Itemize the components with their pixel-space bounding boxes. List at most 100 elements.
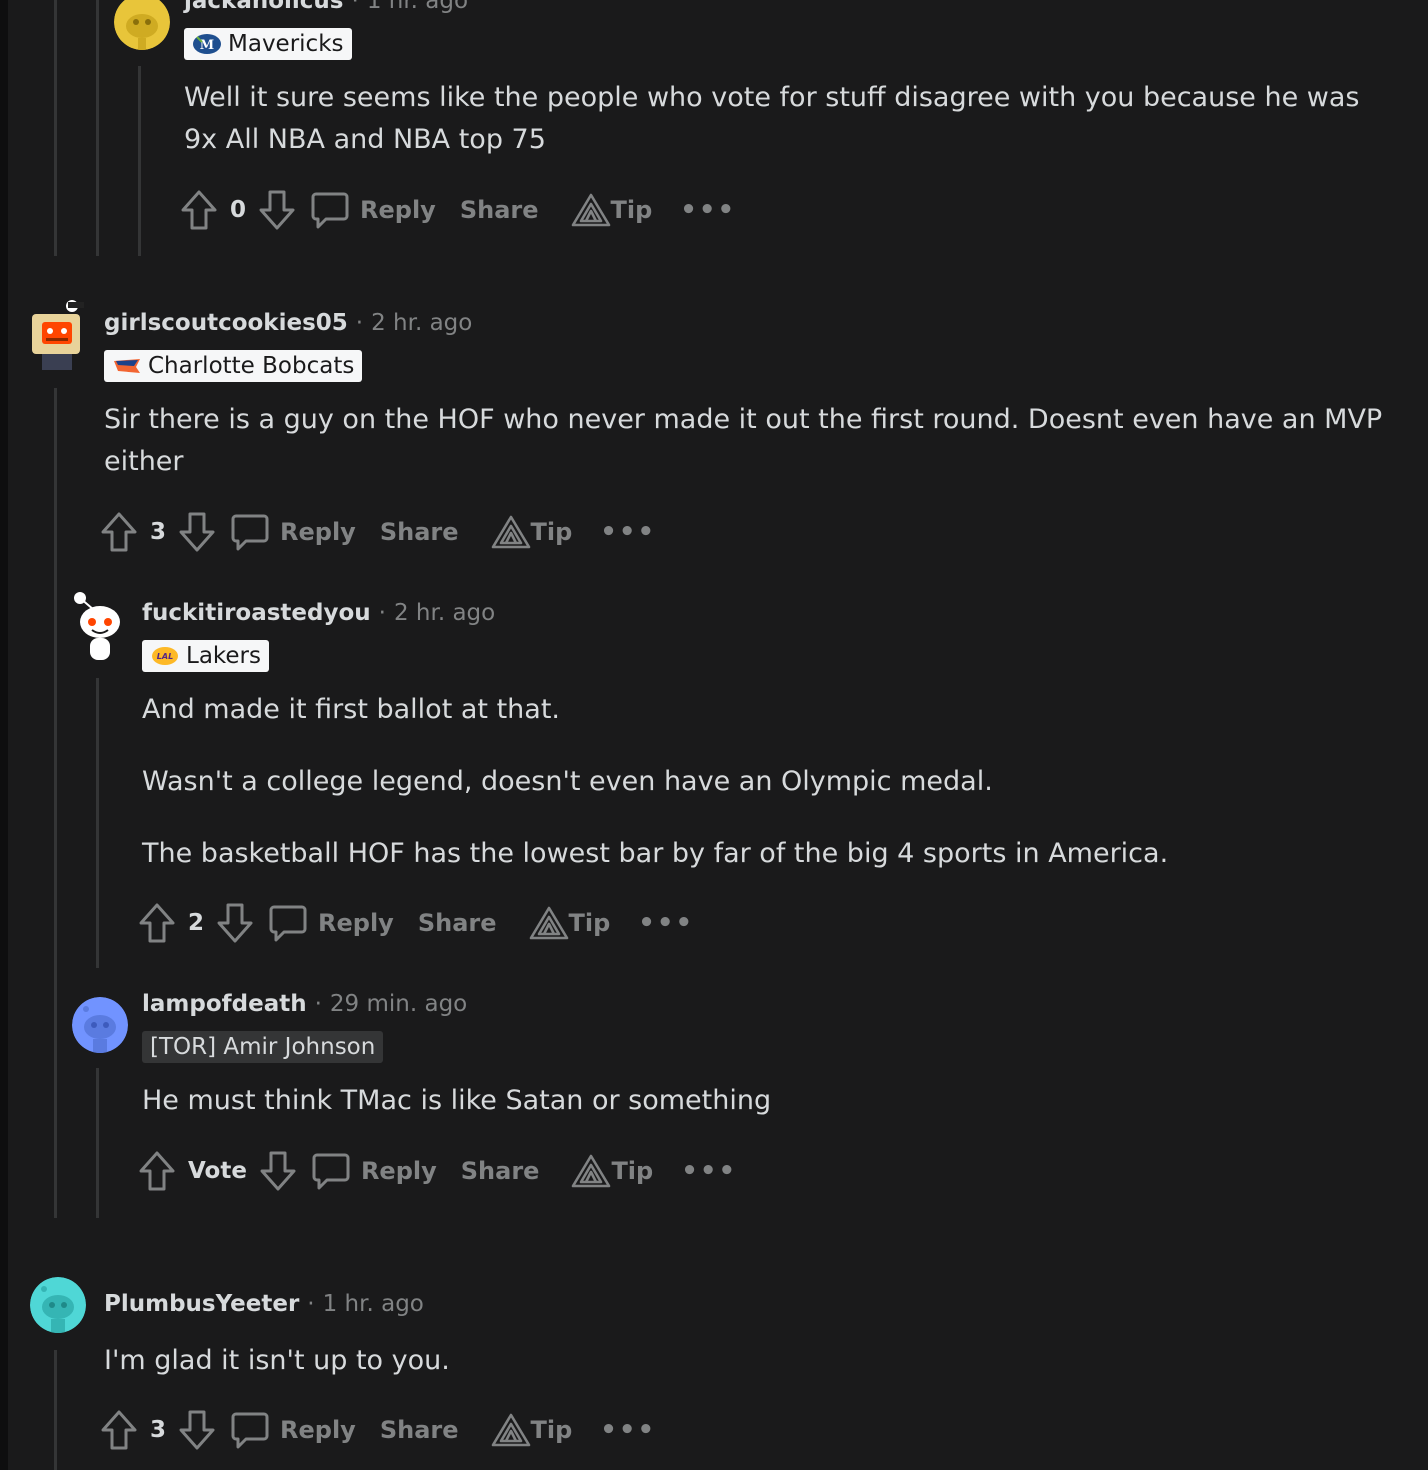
tip-label: Tip [610,196,653,224]
tip-button[interactable]: Tip [491,1413,572,1447]
upvote-icon[interactable] [100,511,138,553]
upvote-icon[interactable] [180,189,218,231]
timestamp[interactable]: 29 min. ago [330,991,467,1017]
avatar[interactable] [30,1277,86,1333]
svg-text:M: M [200,38,214,53]
downvote-icon[interactable] [216,902,254,944]
comment-bubble-icon [231,1412,269,1449]
thread-line[interactable] [54,388,57,1218]
tip-triangle-icon [491,515,530,549]
avatar[interactable] [114,0,170,50]
timestamp[interactable]: 1 hr. ago [367,0,468,14]
timestamp[interactable]: 1 hr. ago [323,1291,424,1317]
username[interactable]: fuckitiroastedyou [142,600,371,626]
more-options-icon[interactable]: ••• [638,908,694,938]
separator: · [314,991,322,1017]
tip-button[interactable]: Tip [491,515,573,549]
comment-meta: fuckitiroastedyou · 2 hr. ago [142,600,495,626]
thread-line[interactable] [96,0,99,256]
thread-line[interactable] [54,0,57,256]
vote-count: Vote [188,1158,247,1184]
user-flair: [TOR] Amir Johnson [142,1031,384,1063]
comment-meta: jackanolicus · 1 hr. ago [184,0,468,14]
share-button[interactable]: Share [461,1157,540,1185]
upvote-icon[interactable] [138,1150,176,1192]
separator: · [351,0,359,14]
comment-actions: Vote Reply Share Tip ••• [138,1149,737,1193]
timestamp[interactable]: 2 hr. ago [371,310,472,336]
reply-button[interactable]: Reply [268,903,394,943]
svg-text:LAL: LAL [157,652,173,661]
downvote-icon[interactable] [178,511,216,553]
more-options-icon[interactable]: ••• [600,1415,656,1445]
comment-actions: 3 Reply Share Tip ••• [100,510,656,554]
downvote-icon[interactable] [259,1150,297,1192]
more-options-icon[interactable]: ••• [680,195,736,225]
comment-actions: 0 Reply Share Tip ••• [180,188,736,232]
thread-line[interactable] [54,1350,57,1470]
share-button[interactable]: Share [380,1416,459,1444]
thread-line[interactable] [96,678,99,968]
username[interactable]: jackanolicus [184,0,344,14]
lakers-logo-icon: LAL [152,647,178,665]
separator: · [307,1291,315,1317]
user-flair: M Mavericks [184,28,352,60]
username[interactable]: lampofdeath [142,991,307,1017]
vote-count: 3 [150,1417,167,1443]
username[interactable]: PlumbusYeeter [104,1291,299,1317]
avatar[interactable] [70,588,128,664]
tip-triangle-icon [572,1154,611,1188]
reply-label: Reply [360,1157,437,1185]
bobcats-logo-icon [114,359,140,373]
upvote-icon[interactable] [100,1409,138,1451]
reply-button[interactable]: Reply [230,1410,356,1450]
thread-line[interactable] [96,1068,99,1218]
downvote-icon[interactable] [258,189,296,231]
reply-label: Reply [360,196,436,224]
comment-meta: lampofdeath · 29 min. ago [142,991,467,1017]
downvote-icon[interactable] [178,1409,216,1451]
comment-body: And made it first ballot at that. Wasn't… [142,689,1392,875]
avatar[interactable] [28,298,88,372]
tip-triangle-icon [491,1413,530,1447]
comment-paragraph: The basketball HOF has the lowest bar by… [142,838,1169,869]
reply-label: Reply [280,1416,356,1444]
tip-triangle-icon [529,906,568,940]
comment-body: Well it sure seems like the people who v… [184,77,1384,161]
flair-text: Mavericks [228,31,344,57]
separator: · [355,310,364,336]
username[interactable]: girlscoutcookies05 [104,310,348,336]
share-button[interactable]: Share [418,909,497,937]
reply-button[interactable]: Reply [311,1151,437,1191]
thread-line[interactable] [138,66,141,256]
reply-label: Reply [280,518,356,546]
comment-paragraph: Sir there is a guy on the HOF who never … [104,404,1383,477]
user-flair: LAL Lakers [142,640,269,672]
comment-bubble-icon [269,905,307,942]
tip-button[interactable]: Tip [571,193,653,227]
avatar[interactable] [72,997,128,1053]
user-flair: Charlotte Bobcats [104,350,363,382]
more-options-icon[interactable]: ••• [600,517,656,547]
flair-text: Charlotte Bobcats [148,353,355,379]
tip-button[interactable]: Tip [571,1154,653,1188]
upvote-icon[interactable] [138,902,176,944]
comment-meta: girlscoutcookies05 · 2 hr. ago [104,310,472,336]
share-button[interactable]: Share [460,196,539,224]
timestamp[interactable]: 2 hr. ago [394,600,495,626]
tip-label: Tip [530,518,573,546]
share-button[interactable]: Share [380,518,459,546]
comment-meta: PlumbusYeeter · 1 hr. ago [104,1291,424,1317]
tip-button[interactable]: Tip [529,906,610,940]
reply-button[interactable]: Reply [230,512,356,552]
vote-count: 3 [150,519,167,545]
comment-paragraph: He must think TMac is like Satan or some… [142,1085,772,1116]
comment-bubble-icon [231,514,269,551]
more-options-icon[interactable]: ••• [681,1156,737,1186]
separator: · [378,600,386,626]
comment-paragraph: I'm glad it isn't up to you. [104,1345,450,1376]
reply-button[interactable]: Reply [310,190,436,230]
comment-body: I'm glad it isn't up to you. [104,1340,1394,1382]
tip-triangle-icon [571,193,610,227]
comment-bubble-icon [312,1153,350,1190]
